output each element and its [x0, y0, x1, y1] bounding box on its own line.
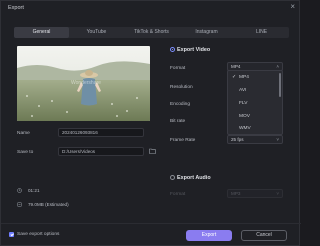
save-options-checkbox[interactable]: [9, 232, 14, 237]
format-dropdown: ✓ MP4 AVI FLV MOV WMV: [227, 70, 283, 135]
format-label: Format: [170, 66, 186, 71]
chevron-down-icon: ˅: [276, 137, 279, 142]
close-icon[interactable]: ×: [290, 3, 295, 11]
format-option-wmv[interactable]: WMV: [228, 123, 280, 134]
format-option-mov[interactable]: MOV: [228, 111, 280, 122]
name-label: Name: [17, 131, 30, 136]
encoding-label: Encoding: [170, 102, 191, 107]
format-option-mp4[interactable]: ✓ MP4: [228, 72, 280, 83]
tab-tiktok-shorts[interactable]: TikTok & Shorts: [124, 27, 179, 38]
frame-rate-select[interactable]: 25 fps ˅: [227, 135, 283, 144]
tab-general[interactable]: General: [14, 27, 69, 38]
frame-rate-label: Frame Rate: [170, 138, 196, 143]
tab-youtube[interactable]: YouTube: [69, 27, 124, 38]
export-dialog: Export × General YouTube TikTok & Shorts…: [0, 0, 301, 246]
format-option-flv[interactable]: FLV: [228, 98, 280, 109]
size-value: 79.0MB (Estimated): [28, 202, 69, 207]
chevron-down-icon: ˅: [276, 191, 279, 196]
export-button[interactable]: Export: [186, 230, 232, 241]
export-audio-heading[interactable]: Export Audio: [170, 175, 211, 181]
chevron-up-icon: ˄: [276, 64, 279, 69]
audio-format-label: Format: [170, 192, 186, 197]
frame-rate-value: 25 fps: [231, 137, 244, 142]
tab-instagram[interactable]: Instagram: [179, 27, 234, 38]
save-to-label: Save to: [17, 150, 34, 155]
video-preview: Wondershare: [17, 46, 150, 121]
name-field[interactable]: 20240126093816: [58, 128, 144, 137]
file-size-icon: [17, 202, 22, 207]
format-value: MP4: [231, 64, 241, 69]
duration-value: 01:21: [28, 188, 40, 193]
window-title: Export: [8, 5, 24, 11]
footer-divider: [1, 223, 301, 224]
save-options-label: Save export options: [17, 232, 60, 237]
audio-format-value: MP3: [231, 191, 241, 196]
svg-text:Wondershare: Wondershare: [71, 80, 101, 86]
resolution-label: Resolution: [170, 85, 193, 90]
save-path-field[interactable]: D:/Users/Videos: [58, 147, 144, 156]
dropdown-scrollbar[interactable]: [279, 73, 281, 97]
cancel-button[interactable]: Cancel: [241, 230, 287, 241]
folder-icon[interactable]: [149, 148, 156, 154]
format-option-avi[interactable]: AVI: [228, 85, 280, 96]
clock-icon: [17, 188, 22, 193]
platform-tabs: General YouTube TikTok & Shorts Instagra…: [14, 27, 289, 38]
duration-row: 01:21: [17, 188, 40, 193]
export-video-heading[interactable]: Export Video: [170, 47, 210, 53]
tab-line[interactable]: LINE: [234, 27, 289, 38]
export-video-radio[interactable]: [170, 47, 175, 52]
bitrate-label: Bit rate: [170, 119, 186, 124]
size-row: 79.0MB (Estimated): [17, 202, 69, 207]
audio-format-select: MP3 ˅: [227, 189, 283, 198]
title-bar: Export ×: [1, 1, 301, 15]
check-icon: ✓: [232, 75, 237, 80]
export-audio-radio[interactable]: [170, 175, 175, 180]
